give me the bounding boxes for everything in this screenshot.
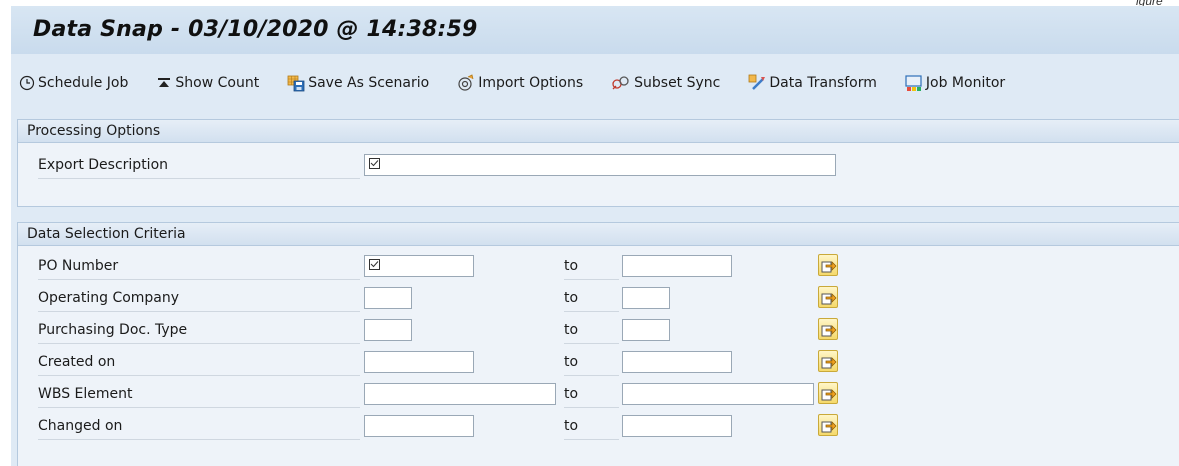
multiple-selection-button[interactable] (818, 414, 838, 436)
processing-options-header: Processing Options (18, 120, 1179, 143)
subset-sync-button[interactable]: Subset Sync (607, 70, 724, 96)
po-number-from-field[interactable] (364, 255, 474, 277)
to-label: to (564, 350, 619, 376)
save-as-scenario-label: Save As Scenario (308, 75, 430, 91)
changed-on-label: Changed on (38, 414, 360, 440)
wbs-element-from-field[interactable] (364, 383, 556, 405)
purchasing-doc-type-label: Purchasing Doc. Type (38, 318, 360, 344)
show-count-label: Show Count (175, 75, 260, 91)
page-title: Data Snap - 03/10/2020 @ 14:38:59 (33, 17, 478, 42)
import-options-label: Import Options (478, 75, 584, 91)
selection-row: Operating Company to (18, 286, 1179, 312)
export-description-field[interactable] (364, 154, 836, 176)
save-as-scenario-button[interactable]: Save As Scenario (283, 70, 433, 96)
required-check-icon (369, 158, 380, 169)
transform-wand-icon (748, 74, 766, 90)
show-count-button[interactable]: Show Count (152, 70, 263, 96)
operating-company-from-field[interactable] (364, 287, 412, 309)
data-selection-panel: Data Selection Criteria PO Number to Ope… (17, 222, 1179, 466)
changed-on-from-field[interactable] (364, 415, 474, 437)
operating-company-label: Operating Company (38, 286, 360, 312)
created-on-from-field[interactable] (364, 351, 474, 373)
multiple-selection-icon (821, 357, 837, 369)
to-label: to (564, 254, 619, 280)
monitor-icon (905, 75, 922, 91)
job-monitor-button[interactable]: Job Monitor (901, 70, 1009, 96)
save-grid-icon (287, 75, 305, 92)
po-number-to-field[interactable] (622, 255, 732, 277)
data-transform-label: Data Transform (769, 75, 877, 91)
multiple-selection-icon (821, 325, 837, 337)
selection-row: WBS Element to (18, 382, 1179, 408)
operating-company-to-field[interactable] (622, 287, 670, 309)
multiple-selection-button[interactable] (818, 350, 838, 372)
multiple-selection-icon (821, 421, 837, 433)
export-description-label: Export Description (38, 153, 360, 179)
multiple-selection-icon (821, 261, 837, 273)
to-label: to (564, 382, 619, 408)
data-selection-header: Data Selection Criteria (18, 223, 1179, 246)
multiple-selection-icon (821, 389, 837, 401)
schedule-job-button[interactable]: Schedule Job (15, 70, 132, 96)
toolbar: Schedule Job Show Count Save As Scenario (11, 66, 1179, 100)
selection-row: PO Number to (18, 254, 1179, 280)
multiple-selection-button[interactable] (818, 318, 838, 340)
selection-row: Created on to (18, 350, 1179, 376)
required-check-icon (369, 259, 380, 270)
data-transform-button[interactable]: Data Transform (744, 70, 881, 96)
changed-on-to-field[interactable] (622, 415, 732, 437)
multiple-selection-button[interactable] (818, 382, 838, 404)
wbs-element-label: WBS Element (38, 382, 360, 408)
multiple-selection-button[interactable] (818, 286, 838, 308)
selection-row: Purchasing Doc. Type to (18, 318, 1179, 344)
schedule-job-label: Schedule Job (38, 75, 129, 91)
to-label: to (564, 414, 619, 440)
settings-icon (458, 74, 474, 91)
export-description-row: Export Description (18, 153, 1179, 179)
sync-icon (612, 76, 629, 90)
to-label: to (564, 286, 619, 312)
purchasing-doc-type-to-field[interactable] (622, 319, 670, 341)
multiple-selection-icon (821, 293, 837, 305)
job-monitor-label: Job Monitor (925, 75, 1006, 91)
created-on-label: Created on (38, 350, 360, 376)
wbs-element-to-field[interactable] (622, 383, 814, 405)
po-number-label: PO Number (38, 254, 360, 280)
title-bar: Data Snap - 03/10/2020 @ 14:38:59 (11, 6, 1179, 54)
clock-icon (19, 75, 35, 91)
multiple-selection-button[interactable] (818, 254, 838, 276)
selection-row: Changed on to (18, 414, 1179, 440)
import-options-button[interactable]: Import Options (453, 70, 587, 96)
created-on-to-field[interactable] (622, 351, 732, 373)
purchasing-doc-type-from-field[interactable] (364, 319, 412, 341)
collapse-top-icon (158, 78, 171, 87)
main-window: Data Snap - 03/10/2020 @ 14:38:59 Schedu… (11, 6, 1179, 466)
processing-options-panel: Processing Options Export Description (17, 119, 1179, 207)
to-label: to (564, 318, 619, 344)
subset-sync-label: Subset Sync (634, 75, 721, 91)
